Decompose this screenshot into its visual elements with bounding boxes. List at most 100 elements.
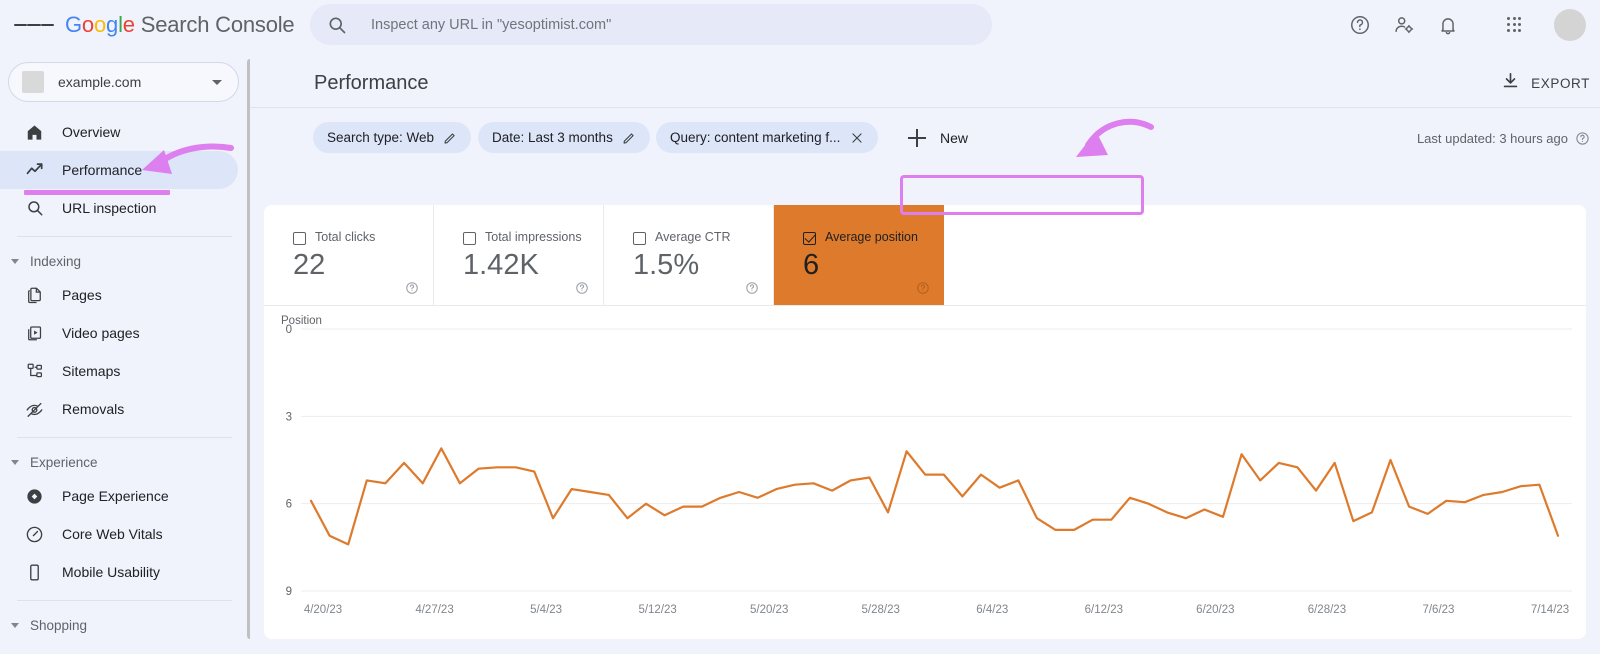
- sidebar-item-label: Core Web Vitals: [62, 526, 163, 542]
- sidebar-item-sitemaps[interactable]: Sitemaps: [0, 352, 238, 390]
- search-input[interactable]: Inspect any URL in "yesoptimist.com": [310, 4, 992, 45]
- sidebar-group-label: Indexing: [30, 253, 82, 269]
- filter-chip-query[interactable]: Query: content marketing f...: [656, 122, 879, 153]
- sidebar-item-label: URL inspection: [62, 200, 157, 216]
- svg-text:3: 3: [286, 411, 292, 423]
- hamburger-menu-icon[interactable]: [14, 5, 54, 45]
- metric-checkbox[interactable]: [803, 232, 816, 245]
- sidebar-group-shopping[interactable]: Shopping: [0, 610, 250, 640]
- filter-chip-label: Search type: Web: [327, 130, 435, 145]
- metric-average-ctr[interactable]: Average CTR 1.5%: [604, 205, 774, 305]
- sidebar-item-video-pages[interactable]: Video pages: [0, 314, 238, 352]
- help-icon[interactable]: [745, 281, 759, 295]
- add-filter-button[interactable]: New: [908, 122, 968, 153]
- property-name: example.com: [58, 74, 142, 90]
- chevron-down-icon: [11, 459, 19, 465]
- svg-text:7/6/23: 7/6/23: [1422, 604, 1454, 616]
- plus-icon: [908, 128, 926, 147]
- sidebar-item-label: Page Experience: [62, 488, 169, 504]
- property-selector[interactable]: example.com: [8, 62, 239, 102]
- filter-chip-date[interactable]: Date: Last 3 months: [478, 122, 650, 153]
- sidebar-divider: [17, 600, 232, 601]
- svg-text:4/27/23: 4/27/23: [415, 604, 453, 616]
- trending-up-icon: [24, 160, 45, 181]
- main-content: Performance EXPORT Search type: Web Date…: [250, 49, 1600, 654]
- page-header: Performance EXPORT: [250, 49, 1600, 108]
- add-filter-label: New: [940, 129, 969, 146]
- sidebar-item-label: Performance: [62, 162, 143, 178]
- svg-text:6/28/23: 6/28/23: [1308, 604, 1346, 616]
- brand-product-name: Search Console: [140, 11, 295, 37]
- metric-checkbox[interactable]: [463, 232, 476, 245]
- sidebar-item-pages[interactable]: Pages: [0, 276, 238, 314]
- chevron-down-icon: [11, 258, 19, 264]
- metric-average-position[interactable]: Average position 6: [774, 205, 944, 305]
- top-bar: Google Search Console Inspect any URL in…: [0, 0, 1600, 49]
- speedometer-icon: [24, 524, 45, 545]
- metric-total-clicks[interactable]: Total clicks 22: [264, 205, 434, 305]
- sidebar: example.com Overview Performance URL ins…: [0, 49, 250, 654]
- metric-value: 1.42K: [463, 249, 539, 281]
- sidebar-nav-primary: Overview Performance URL inspection: [0, 113, 250, 227]
- avatar[interactable]: [1554, 8, 1586, 41]
- sidebar-group-indexing[interactable]: Indexing: [0, 246, 250, 276]
- search-console-app: Google Search Console Inspect any URL in…: [0, 0, 1600, 654]
- pages-icon: [24, 285, 45, 306]
- chevron-down-icon: [11, 622, 19, 628]
- download-icon: [1501, 71, 1520, 95]
- sidebar-item-core-web-vitals[interactable]: Core Web Vitals: [0, 515, 238, 553]
- metric-value: 22: [293, 249, 326, 281]
- page-experience-icon: [24, 486, 45, 507]
- sidebar-item-overview[interactable]: Overview: [0, 113, 238, 151]
- help-icon[interactable]: [405, 281, 419, 295]
- sidebar-item-page-experience[interactable]: Page Experience: [0, 477, 238, 515]
- notifications-bell-icon[interactable]: [1430, 7, 1466, 43]
- user-settings-icon[interactable]: [1386, 7, 1422, 43]
- page-title: Performance: [314, 72, 429, 94]
- help-icon[interactable]: [1342, 7, 1378, 43]
- help-icon[interactable]: [916, 281, 930, 295]
- help-icon[interactable]: [575, 281, 589, 295]
- sidebar-group-label: Shopping: [30, 617, 88, 633]
- chart-svg[interactable]: 0 3 6 9 4/20/23 4/27/23 5/4/23 5/12/23 5/20/23 5/…: [264, 306, 1586, 639]
- metric-checkbox[interactable]: [293, 232, 306, 245]
- close-icon[interactable]: [850, 131, 864, 145]
- metric-checkbox[interactable]: [633, 232, 646, 245]
- property-favicon: [22, 71, 44, 93]
- sidebar-item-performance[interactable]: Performance: [0, 151, 238, 189]
- export-button[interactable]: EXPORT: [1501, 71, 1590, 95]
- svg-text:6/4/23: 6/4/23: [976, 604, 1008, 616]
- sidebar-item-removals[interactable]: Removals: [0, 390, 238, 428]
- sidebar-item-label: Overview: [62, 124, 121, 140]
- search-placeholder: Inspect any URL in "yesoptimist.com": [371, 16, 612, 33]
- eye-off-icon: [24, 399, 45, 420]
- mobile-icon: [24, 562, 45, 583]
- help-icon[interactable]: [1575, 131, 1590, 146]
- svg-text:0: 0: [286, 324, 292, 336]
- sidebar-item-mobile-usability[interactable]: Mobile Usability: [0, 553, 238, 591]
- performance-card: Total clicks 22 Total impressions 1.42K: [264, 205, 1586, 639]
- annotation-underline-performance: [24, 190, 170, 195]
- apps-grid-icon[interactable]: [1496, 7, 1532, 43]
- metric-label: Average position: [825, 230, 918, 244]
- pencil-icon[interactable]: [622, 131, 636, 145]
- sidebar-item-label: Video pages: [62, 325, 140, 341]
- filter-chip-search-type[interactable]: Search type: Web: [313, 122, 472, 153]
- annotation-highlight-box-query-chip: [900, 175, 1144, 215]
- sidebar-group-experience[interactable]: Experience: [0, 447, 250, 477]
- metrics-filler: [944, 205, 1586, 305]
- home-icon: [24, 122, 45, 143]
- metric-label: Total impressions: [485, 230, 582, 244]
- svg-text:5/12/23: 5/12/23: [638, 604, 676, 616]
- pencil-icon[interactable]: [443, 131, 457, 145]
- performance-chart: Position 0 3 6 9 4/20/23 4/27/23 5/4/23 5/12/23…: [264, 306, 1586, 639]
- brand-logo[interactable]: Google Search Console: [65, 11, 295, 38]
- svg-text:4/20/23: 4/20/23: [304, 604, 342, 616]
- metric-total-impressions[interactable]: Total impressions 1.42K: [434, 205, 604, 305]
- metric-label: Total clicks: [315, 230, 376, 244]
- svg-text:5/4/23: 5/4/23: [530, 604, 562, 616]
- video-pages-icon: [24, 323, 45, 344]
- svg-text:6/20/23: 6/20/23: [1196, 604, 1234, 616]
- search-icon: [24, 198, 45, 219]
- sidebar-item-label: Mobile Usability: [62, 564, 161, 580]
